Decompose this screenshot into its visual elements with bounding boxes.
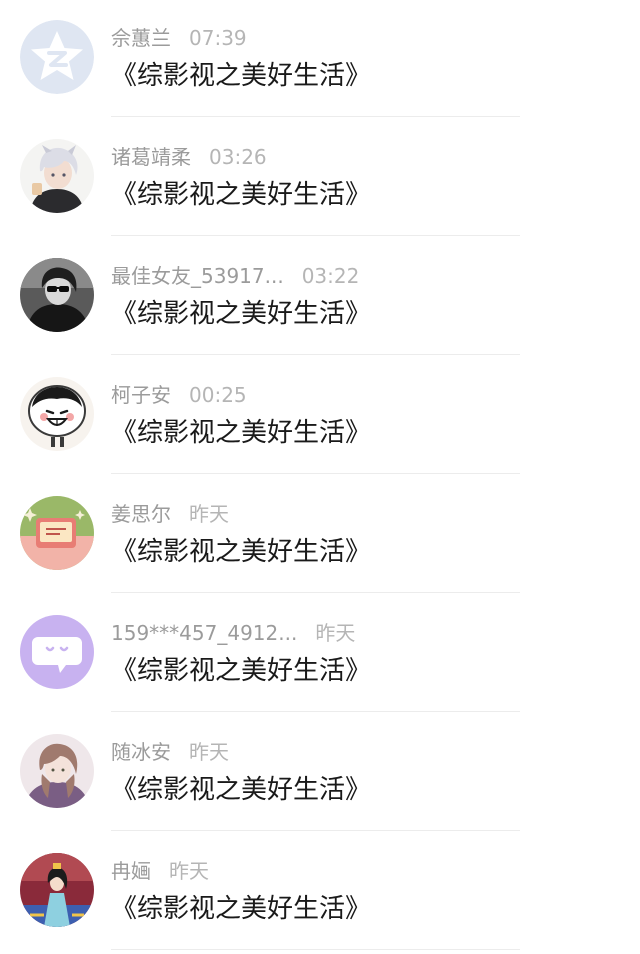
comment-meta: 最佳女友_53917... 03:22 bbox=[111, 262, 359, 290]
comment-text: 《综影视之美好生活》 bbox=[111, 180, 372, 210]
avatar[interactable] bbox=[20, 615, 94, 689]
list-item[interactable]: 柯子安 00:25 《综影视之美好生活》 bbox=[0, 357, 640, 476]
divider bbox=[111, 830, 520, 831]
list-item[interactable]: 佘蕙兰 07:39 《综影视之美好生活》 bbox=[0, 0, 640, 119]
cartoon-face-avatar-icon bbox=[20, 377, 94, 451]
user-name[interactable]: 159***457_4912... bbox=[111, 621, 297, 645]
comment-text: 《综影视之美好生活》 bbox=[111, 299, 372, 329]
comment-text: 《综影视之美好生活》 bbox=[111, 656, 372, 686]
divider bbox=[111, 116, 520, 117]
comment-time: 00:25 bbox=[189, 383, 247, 407]
anime-boy-avatar-icon bbox=[20, 139, 94, 213]
illustrated-card-avatar-icon bbox=[20, 496, 94, 570]
comment-time: 07:39 bbox=[189, 26, 247, 50]
list-item[interactable]: 随冰安 昨天 《综影视之美好生活》 bbox=[0, 714, 640, 833]
default-avatar-icon bbox=[20, 20, 94, 94]
comment-meta: 159***457_4912... 昨天 bbox=[111, 619, 355, 647]
user-name[interactable]: 佘蕙兰 bbox=[111, 26, 171, 50]
list-item[interactable]: 姜思尔 昨天 《综影视之美好生活》 bbox=[0, 476, 640, 595]
list-item[interactable]: 冉婳 昨天 《综影视之美好生活》 bbox=[0, 833, 640, 952]
comment-text: 《综影视之美好生活》 bbox=[111, 775, 372, 805]
comment-text: 《综影视之美好生活》 bbox=[111, 418, 372, 448]
divider bbox=[111, 354, 520, 355]
list-item[interactable]: 159***457_4912... 昨天 《综影视之美好生活》 bbox=[0, 595, 640, 714]
comment-meta: 佘蕙兰 07:39 bbox=[111, 24, 247, 52]
comment-meta: 冉婳 昨天 bbox=[111, 857, 209, 885]
photo-avatar-icon bbox=[20, 258, 94, 332]
comment-time: 03:22 bbox=[301, 264, 360, 288]
user-name[interactable]: 柯子安 bbox=[111, 383, 171, 407]
comment-text: 《综影视之美好生活》 bbox=[111, 537, 372, 567]
comment-text: 《综影视之美好生活》 bbox=[111, 894, 372, 924]
comment-meta: 随冰安 昨天 bbox=[111, 738, 229, 766]
comment-time: 昨天 bbox=[169, 859, 209, 883]
avatar[interactable] bbox=[20, 377, 94, 451]
divider bbox=[111, 473, 520, 474]
list-item[interactable]: 诸葛靖柔 03:26 《综影视之美好生活》 bbox=[0, 119, 640, 238]
divider bbox=[111, 711, 520, 712]
list-item[interactable]: 最佳女友_53917... 03:22 《综影视之美好生活》 bbox=[0, 238, 640, 357]
anime-girl-avatar-icon bbox=[20, 734, 94, 808]
comment-list: 佘蕙兰 07:39 《综影视之美好生活》 诸葛靖柔 03:26 《综影视之美好生活》 bbox=[0, 0, 640, 954]
user-name[interactable]: 诸葛靖柔 bbox=[111, 145, 191, 169]
comment-time: 昨天 bbox=[189, 740, 229, 764]
user-name[interactable]: 姜思尔 bbox=[111, 502, 171, 526]
comment-time: 昨天 bbox=[189, 502, 229, 526]
avatar[interactable] bbox=[20, 734, 94, 808]
avatar[interactable] bbox=[20, 853, 94, 927]
chat-bubble-avatar-icon bbox=[20, 615, 94, 689]
princess-avatar-icon bbox=[20, 853, 94, 927]
comment-time: 昨天 bbox=[315, 621, 356, 645]
user-name[interactable]: 冉婳 bbox=[111, 859, 151, 883]
divider bbox=[111, 235, 520, 236]
comment-meta: 姜思尔 昨天 bbox=[111, 500, 229, 528]
avatar[interactable] bbox=[20, 139, 94, 213]
user-name[interactable]: 最佳女友_53917... bbox=[111, 264, 284, 288]
divider bbox=[111, 592, 520, 593]
avatar[interactable] bbox=[20, 20, 94, 94]
comment-text: 《综影视之美好生活》 bbox=[111, 61, 372, 91]
comment-meta: 柯子安 00:25 bbox=[111, 381, 247, 409]
user-name[interactable]: 随冰安 bbox=[111, 740, 171, 764]
avatar[interactable] bbox=[20, 258, 94, 332]
avatar[interactable] bbox=[20, 496, 94, 570]
divider bbox=[111, 949, 520, 950]
comment-meta: 诸葛靖柔 03:26 bbox=[111, 143, 267, 171]
comment-time: 03:26 bbox=[209, 145, 267, 169]
